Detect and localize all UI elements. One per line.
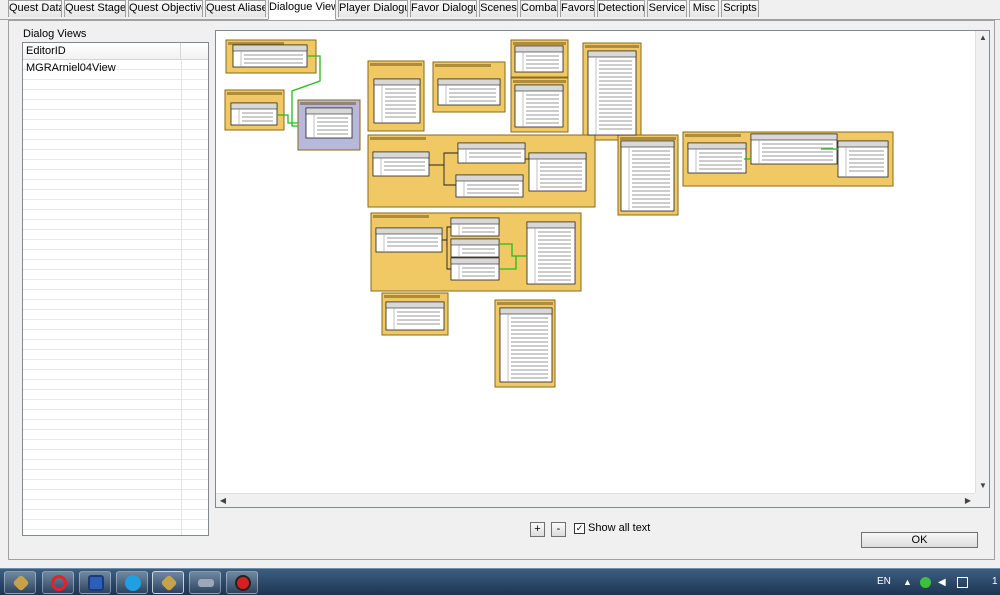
dialogue-topic [526,221,576,285]
topic-header [450,238,500,246]
taskbar-button-network[interactable] [189,571,221,594]
tab-quest-aliases[interactable]: Quest Aliases [205,0,266,17]
taskbar-button-save[interactable] [79,571,111,594]
topic-header [837,140,889,148]
tab-service[interactable]: Service [647,0,687,17]
tab-quest-data[interactable]: Quest Data [8,0,62,17]
topic-header [437,78,501,86]
vertical-scrollbar[interactable]: ▲ ▼ [975,31,989,493]
branch-title-line [620,137,676,140]
tab-favors[interactable]: Favors [560,0,595,17]
topic-header [457,142,526,150]
tab-player-dialogue[interactable]: Player Dialogue [338,0,408,17]
topic-header [232,44,308,52]
taskbar-button-opera[interactable] [42,571,74,594]
clock[interactable]: 1 [992,576,998,587]
scroll-right-icon[interactable]: ▶ [961,494,975,508]
topic-header [499,307,553,315]
branch-title-line [435,64,491,67]
column-header-blank[interactable] [181,43,208,60]
show-hidden-icons-icon[interactable]: ▲ [903,577,914,588]
list-header: EditorID [23,43,208,60]
topic-header [385,301,445,309]
show-all-text-checkbox[interactable]: ✓ [574,523,585,534]
dialogue-topic [514,84,564,128]
topic-header [514,84,564,92]
show-all-text-label: Show all text [588,522,651,534]
taskbar: EN ▲ ◀ 1 [0,568,1000,595]
column-divider [181,60,182,535]
topic-header [687,142,747,150]
topic-header [587,50,637,58]
dialog-views-list[interactable]: EditorID MGRArniel04View [22,42,209,536]
branch-title-line [227,92,282,95]
topic-header [514,45,564,53]
topic-header [373,78,421,86]
branch-title-line [228,42,284,45]
scroll-down-icon[interactable]: ▼ [976,479,990,493]
network-status-icon[interactable] [920,577,931,588]
creation-kit-icon [160,574,178,592]
network-icon [198,579,214,587]
taskbar-button-launcher[interactable] [4,571,36,594]
tab-strip: Quest Data Quest Stages Quest Objectives… [0,0,1000,20]
tab-dialogue-views[interactable]: Dialogue Views [268,0,336,20]
tab-combat[interactable]: Combat [520,0,558,17]
topic-header [750,133,838,141]
branch-title-line [384,295,440,298]
action-center-icon[interactable] [957,577,968,588]
dialogue-diagram [224,39,894,388]
column-header-editorid[interactable]: EditorID [23,43,181,60]
taskbar-button-record[interactable] [226,571,258,594]
tab-misc[interactable]: Misc [689,0,719,17]
topic-header [450,257,500,265]
horizontal-scrollbar[interactable]: ◀ ▶ [216,493,975,507]
tab-detection[interactable]: Detection [597,0,645,17]
tab-scenes[interactable]: Scenes [479,0,518,17]
branch-title-line [373,215,429,218]
topic-header [230,102,278,110]
branch-title-line [585,45,639,48]
topic-header [455,174,524,182]
tab-quest-objectives[interactable]: Quest Objectives [128,0,203,17]
topic-header [620,140,675,148]
list-item[interactable]: MGRArniel04View [26,62,116,74]
ok-button[interactable]: OK [861,532,978,548]
save-disk-icon [88,575,104,591]
skyrim-launcher-icon [12,574,30,592]
branch-title-line [370,137,426,140]
topic-header [375,227,443,235]
taskbar-button-creation-kit[interactable] [152,571,184,594]
scroll-corner [975,493,989,507]
dialogue-view-canvas[interactable]: ▲ ▼ ◀ ▶ [215,30,990,508]
branch-title-line [513,42,566,45]
topic-header [305,107,353,115]
zoom-in-button[interactable]: + [530,522,545,537]
language-indicator[interactable]: EN [877,576,891,587]
zoom-out-button[interactable]: - [551,522,566,537]
opera-icon [51,575,67,591]
topic-header [526,221,576,229]
branch-title-line [300,102,356,105]
taskbar-button-skype[interactable] [116,571,148,594]
tab-favor-dialogue[interactable]: Favor Dialogue [410,0,477,17]
scroll-left-icon[interactable]: ◀ [216,494,230,508]
topic-header [372,151,430,159]
tab-scripts[interactable]: Scripts [721,0,759,17]
record-icon [235,575,251,591]
dialog-views-label: Dialog Views [23,28,87,40]
branch-title-line [370,63,422,66]
branch-title-line [685,134,741,137]
scroll-up-icon[interactable]: ▲ [976,31,990,45]
tab-quest-stages[interactable]: Quest Stages [64,0,126,17]
topic-header [450,217,500,225]
skype-icon [125,575,141,591]
branch-title-line [497,302,553,305]
volume-icon[interactable]: ◀ [938,577,949,588]
topic-header [528,152,587,160]
branch-title-line [513,80,566,83]
